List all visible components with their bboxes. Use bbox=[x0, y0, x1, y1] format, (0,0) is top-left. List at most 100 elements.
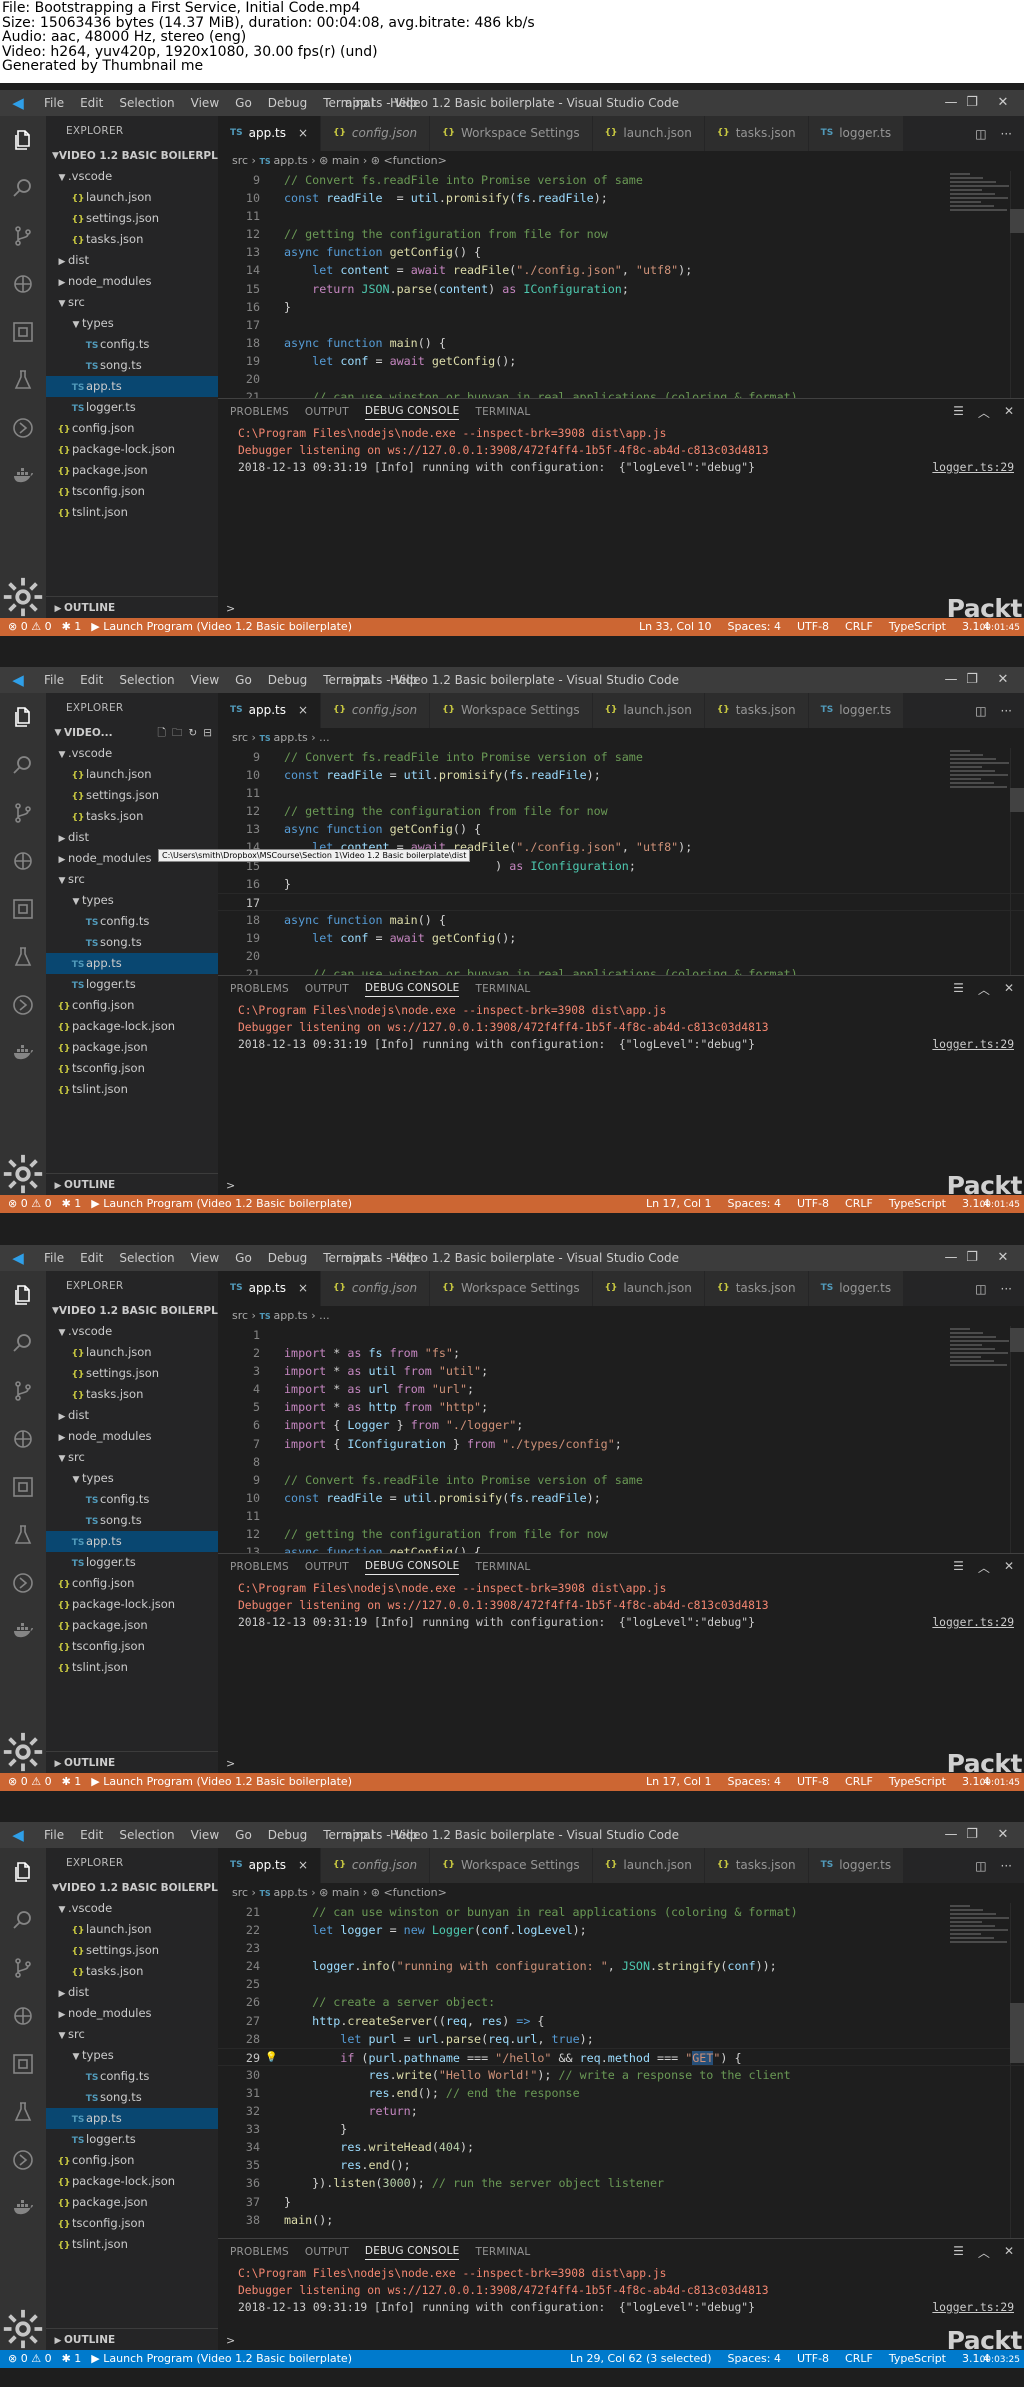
tree-item[interactable]: {} tslint.json bbox=[46, 1079, 218, 1100]
tab-app-ts[interactable]: TS app.ts × bbox=[218, 1271, 322, 1306]
tree-item[interactable]: ▼ src bbox=[46, 1447, 218, 1468]
debug-icon[interactable] bbox=[0, 837, 46, 885]
tree-item[interactable]: {} settings.json bbox=[46, 1940, 218, 1961]
debug-icon[interactable] bbox=[0, 260, 46, 308]
clear-console-icon[interactable]: ☰ bbox=[953, 404, 964, 421]
menu-edit[interactable]: Edit bbox=[72, 96, 111, 110]
editor-scrollbar[interactable] bbox=[1010, 171, 1024, 398]
source-link[interactable]: logger.ts:29 bbox=[932, 1036, 1014, 1053]
tree-item[interactable]: {} config.json bbox=[46, 995, 218, 1016]
docker-icon[interactable] bbox=[0, 452, 46, 500]
breadcrumb-ellipsis[interactable]: ... bbox=[319, 1309, 330, 1322]
breadcrumb-file[interactable]: app.ts bbox=[273, 154, 307, 167]
files-icon[interactable] bbox=[0, 116, 46, 164]
panel-tab-debug-console[interactable]: DEBUG CONSOLE bbox=[364, 1560, 460, 1575]
tree-item[interactable]: {} package-lock.json bbox=[46, 2171, 218, 2192]
workspace-section-header[interactable]: ▼VIDEO 1.2 BASIC BOILERPLA... bbox=[46, 1878, 218, 1898]
panel-tab-debug-console[interactable]: DEBUG CONSOLE bbox=[364, 2245, 460, 2260]
tab-logger-ts[interactable]: TS logger.ts bbox=[808, 1848, 905, 1883]
code-editor[interactable]: 21 // can use winston or bunyan in real … bbox=[218, 1903, 1024, 2238]
tab-workspace-settings[interactable]: {} Workspace Settings bbox=[430, 116, 593, 151]
menu-edit[interactable]: Edit bbox=[72, 673, 111, 687]
panel-tab-output[interactable]: OUTPUT bbox=[305, 2246, 349, 2258]
panel-tab-debug-console[interactable]: DEBUG CONSOLE bbox=[364, 405, 460, 420]
language-mode[interactable]: TypeScript bbox=[889, 1195, 946, 1213]
panel-tab-problems[interactable]: PROBLEMS bbox=[230, 1561, 289, 1573]
files-icon[interactable] bbox=[0, 1848, 46, 1896]
tree-item[interactable]: ▼ src bbox=[46, 869, 218, 890]
panel-tab-terminal[interactable]: TERMINAL bbox=[475, 406, 530, 418]
more-actions-icon[interactable]: ··· bbox=[1001, 127, 1012, 141]
panel-tab-problems[interactable]: PROBLEMS bbox=[230, 983, 289, 995]
more-actions-icon[interactable]: ··· bbox=[1001, 1282, 1012, 1296]
tab-workspace-settings[interactable]: {} Workspace Settings bbox=[430, 1271, 593, 1306]
source-link[interactable]: logger.ts:29 bbox=[932, 459, 1014, 476]
panel-tab-terminal[interactable]: TERMINAL bbox=[475, 2246, 530, 2258]
debug-sessions[interactable]: ✱ 1 bbox=[62, 618, 82, 636]
line-ending[interactable]: CRLF bbox=[845, 618, 873, 636]
tree-item[interactable]: TS app.ts bbox=[46, 1531, 218, 1552]
gear-icon[interactable] bbox=[0, 2309, 46, 2349]
encoding[interactable]: UTF-8 bbox=[797, 618, 829, 636]
source-control-icon[interactable] bbox=[0, 1367, 46, 1415]
tree-item[interactable]: ▼ types bbox=[46, 313, 218, 334]
tab-tasks-json[interactable]: {} tasks.json bbox=[704, 116, 809, 151]
breadcrumb-file[interactable]: app.ts bbox=[273, 1886, 307, 1899]
menu-selection[interactable]: Selection bbox=[111, 673, 182, 687]
language-mode[interactable]: TypeScript bbox=[889, 2350, 946, 2368]
breadcrumb-function[interactable]: <function> bbox=[383, 154, 446, 167]
menu-file[interactable]: File bbox=[36, 673, 72, 687]
tab-config-json[interactable]: {} config.json bbox=[321, 1271, 431, 1306]
console-prompt[interactable]: > bbox=[226, 602, 246, 615]
panel-tab-output[interactable]: OUTPUT bbox=[305, 1561, 349, 1573]
clear-console-icon[interactable]: ☰ bbox=[953, 2244, 964, 2261]
tab-app-ts[interactable]: TS app.ts × bbox=[218, 1848, 322, 1883]
tree-item[interactable]: {} tasks.json bbox=[46, 1384, 218, 1405]
tree-item[interactable]: {} settings.json bbox=[46, 208, 218, 229]
search-icon[interactable] bbox=[0, 1896, 46, 1944]
docker-icon[interactable] bbox=[0, 1029, 46, 1077]
more-actions-icon[interactable]: ··· bbox=[1001, 1859, 1012, 1873]
close-panel-icon[interactable]: ✕ bbox=[1004, 981, 1014, 998]
outline-section[interactable]: ▶ OUTLINE bbox=[46, 1751, 218, 1773]
breadcrumb-file[interactable]: app.ts bbox=[273, 1309, 307, 1322]
tree-item[interactable]: {} tsconfig.json bbox=[46, 1636, 218, 1657]
close-icon[interactable]: ✕ bbox=[986, 667, 1020, 693]
panel-tab-output[interactable]: OUTPUT bbox=[305, 406, 349, 418]
lightbulb-icon[interactable]: 💡 bbox=[265, 2049, 277, 2067]
menu-edit[interactable]: Edit bbox=[72, 1828, 111, 1842]
debug-sessions[interactable]: ✱ 1 bbox=[62, 1195, 82, 1213]
restore-icon[interactable]: ❐ bbox=[955, 90, 989, 116]
tab-workspace-settings[interactable]: {} Workspace Settings bbox=[430, 1848, 593, 1883]
outline-section[interactable]: ▶ OUTLINE bbox=[46, 2328, 218, 2350]
cursor-position[interactable]: Ln 29, Col 62 (3 selected) bbox=[570, 2350, 712, 2368]
code-editor[interactable]: 1 2 import * as fs from "fs"; 3 import * as … bbox=[218, 1326, 1024, 1553]
panel-tab-debug-console[interactable]: DEBUG CONSOLE bbox=[364, 982, 460, 997]
menu-selection[interactable]: Selection bbox=[111, 1828, 182, 1842]
close-icon[interactable]: × bbox=[298, 1271, 308, 1306]
tree-item[interactable]: ▶ node_modules bbox=[46, 271, 218, 292]
indentation[interactable]: Spaces: 4 bbox=[728, 618, 781, 636]
tree-item[interactable]: {} config.json bbox=[46, 418, 218, 439]
tree-item[interactable]: TS app.ts bbox=[46, 376, 218, 397]
tree-item[interactable]: TS config.ts bbox=[46, 2066, 218, 2087]
workspace-section-header[interactable]: ▼ VIDEO... 🗋 🗀 ↻ ⊟ bbox=[46, 723, 218, 743]
tree-item[interactable]: ▶ dist bbox=[46, 1405, 218, 1426]
editor-scrollbar[interactable] bbox=[1010, 1903, 1024, 2238]
workspace-section-header[interactable]: ▼VIDEO 1.2 BASIC BOILERPLA... bbox=[46, 146, 218, 166]
menu-selection[interactable]: Selection bbox=[111, 96, 182, 110]
line-ending[interactable]: CRLF bbox=[845, 1195, 873, 1213]
tree-item[interactable]: {} tsconfig.json bbox=[46, 1058, 218, 1079]
extensions-icon[interactable] bbox=[0, 1463, 46, 1511]
breadcrumb-src[interactable]: src bbox=[232, 731, 248, 744]
close-panel-icon[interactable]: ✕ bbox=[1004, 404, 1014, 421]
indentation[interactable]: Spaces: 4 bbox=[728, 1773, 781, 1791]
search-icon[interactable] bbox=[0, 1319, 46, 1367]
tree-item[interactable]: {} config.json bbox=[46, 1573, 218, 1594]
menu-go[interactable]: Go bbox=[227, 1828, 260, 1842]
source-control-icon[interactable] bbox=[0, 212, 46, 260]
tree-item[interactable]: {} config.json bbox=[46, 2150, 218, 2171]
tree-item[interactable]: {} launch.json bbox=[46, 1919, 218, 1940]
launch-config[interactable]: ▶ Launch Program (Video 1.2 Basic boiler… bbox=[91, 618, 352, 636]
close-icon[interactable]: ✕ bbox=[986, 1245, 1020, 1271]
